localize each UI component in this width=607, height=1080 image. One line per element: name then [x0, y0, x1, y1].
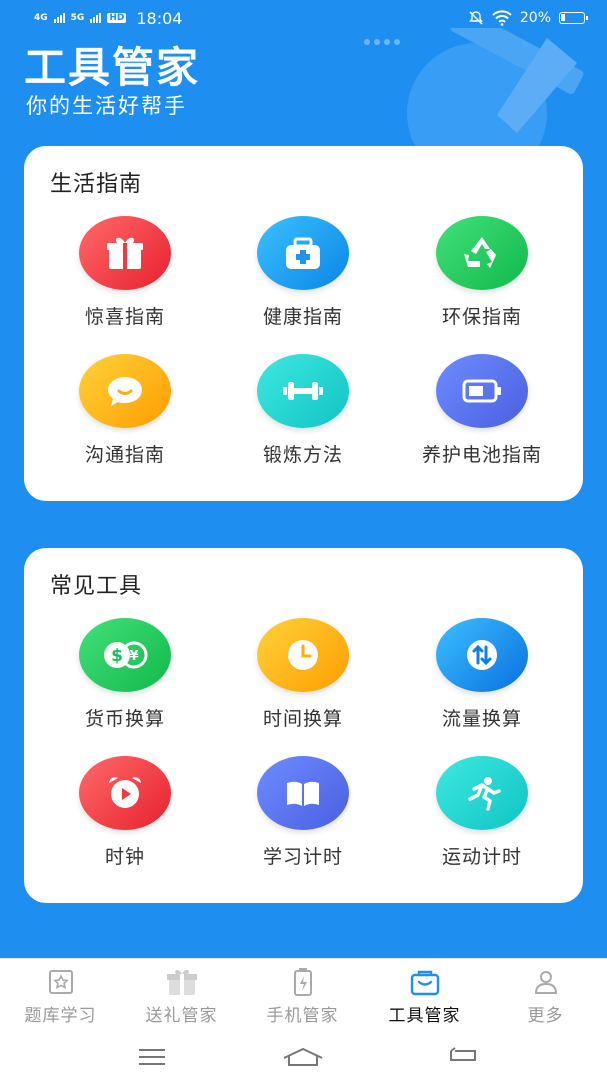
tile-label: 流量换算 [441, 708, 522, 730]
tile-label: 锻炼方法 [262, 444, 343, 466]
tab-tool-manager[interactable]: 工具管家 [364, 967, 485, 1026]
currency-icon: $ ¥ [79, 618, 171, 692]
tile-label: 惊喜指南 [84, 306, 165, 328]
tile-surprise-guide[interactable]: 惊喜指南 [32, 216, 218, 346]
home-icon[interactable] [273, 1039, 333, 1075]
bottom-navigation: 题库学习 送礼管家 手机管家 工具管家 更多 [0, 958, 607, 1080]
tab-label: 手机管家 [266, 1006, 339, 1026]
user-icon [485, 967, 606, 997]
life-guide-grid: 惊喜指南 健康指南 环保指南 沟通指南 锻炼方法 养护电池指南 [24, 216, 583, 486]
tile-battery-care-guide[interactable]: 养护电池指南 [389, 354, 575, 484]
tile-clock[interactable]: 时钟 [32, 756, 218, 886]
data-transfer-icon [436, 618, 528, 692]
life-guide-title: 生活指南 [50, 172, 143, 197]
quiz-icon [0, 967, 121, 997]
wifi-icon [492, 10, 512, 26]
phone-battery-icon [242, 967, 363, 997]
gift-icon [79, 216, 171, 290]
tile-label: 环保指南 [441, 306, 522, 328]
tab-phone-manager[interactable]: 手机管家 [242, 967, 363, 1026]
battery-icon [436, 354, 528, 428]
common-tools-grid: $ ¥ 货币换算 时间换算 流量换算 时钟 学习计时 运动计时 [24, 618, 583, 888]
svg-text:$: $ [111, 646, 123, 666]
life-guide-card: 生活指南 惊喜指南 健康指南 环保指南 沟通指南 锻炼方法 养护电池指南 [24, 146, 583, 501]
page-title: 工具管家 [24, 43, 201, 92]
tile-sport-timer[interactable]: 运动计时 [389, 756, 575, 886]
signal-icon [53, 13, 65, 23]
tile-time-conversion[interactable]: 时间换算 [210, 618, 396, 748]
tile-communication-guide[interactable]: 沟通指南 [32, 354, 218, 484]
mute-icon [468, 11, 483, 25]
hd-badge: HD [107, 13, 127, 23]
book-icon [257, 756, 349, 830]
chat-bubble-icon [79, 354, 171, 428]
tab-quiz-study[interactable]: 题库学习 [0, 967, 121, 1026]
running-icon [436, 756, 528, 830]
svg-text:¥: ¥ [129, 649, 138, 664]
signal-icon-2 [90, 13, 102, 23]
menu-icon[interactable] [122, 1039, 182, 1075]
tile-label: 健康指南 [262, 306, 343, 328]
common-tools-title: 常见工具 [50, 574, 143, 599]
tile-health-guide[interactable]: 健康指南 [210, 216, 396, 346]
alarm-clock-icon [79, 756, 171, 830]
tile-label: 养护电池指南 [421, 444, 542, 466]
system-navigation [0, 1039, 607, 1075]
toolbox-icon [364, 967, 485, 997]
medical-kit-icon [257, 216, 349, 290]
tab-label: 题库学习 [24, 1006, 97, 1026]
tab-more[interactable]: 更多 [485, 967, 606, 1026]
tile-label: 沟通指南 [84, 444, 165, 466]
clock-icon [257, 618, 349, 692]
network-type-1: 4G [34, 12, 48, 23]
dumbbell-icon [257, 354, 349, 428]
tile-label: 货币换算 [84, 708, 165, 730]
network-type-2: 5G [70, 12, 85, 23]
tab-gift-manager[interactable]: 送礼管家 [121, 967, 242, 1026]
gift-tab-icon [121, 967, 242, 997]
tile-exercise-method[interactable]: 锻炼方法 [210, 354, 396, 484]
common-tools-card: 常见工具 $ ¥ 货币换算 时间换算 流量换算 时钟 学习计时 运动计时 [24, 548, 583, 903]
tile-label: 运动计时 [441, 846, 522, 868]
tab-bar: 题库学习 送礼管家 手机管家 工具管家 更多 [0, 967, 607, 1029]
back-icon[interactable] [433, 1039, 493, 1075]
tab-label: 工具管家 [388, 1006, 461, 1026]
battery-percent: 20% [519, 10, 551, 26]
battery-status-icon [559, 12, 588, 24]
tile-label: 时间换算 [262, 708, 343, 730]
tile-data-conversion[interactable]: 流量换算 [389, 618, 575, 748]
status-time: 18:04 [136, 8, 183, 28]
tools-illustration-icon [364, 28, 584, 148]
tab-label: 送礼管家 [145, 1006, 218, 1026]
tile-label: 时钟 [104, 846, 145, 868]
tile-study-timer[interactable]: 学习计时 [210, 756, 396, 886]
tile-currency-conversion[interactable]: $ ¥ 货币换算 [32, 618, 218, 748]
tab-label: 更多 [527, 1006, 564, 1026]
page-subtitle: 你的生活好帮手 [26, 94, 187, 118]
recycle-icon [436, 216, 528, 290]
tile-eco-guide[interactable]: 环保指南 [389, 216, 575, 346]
tile-label: 学习计时 [262, 846, 343, 868]
